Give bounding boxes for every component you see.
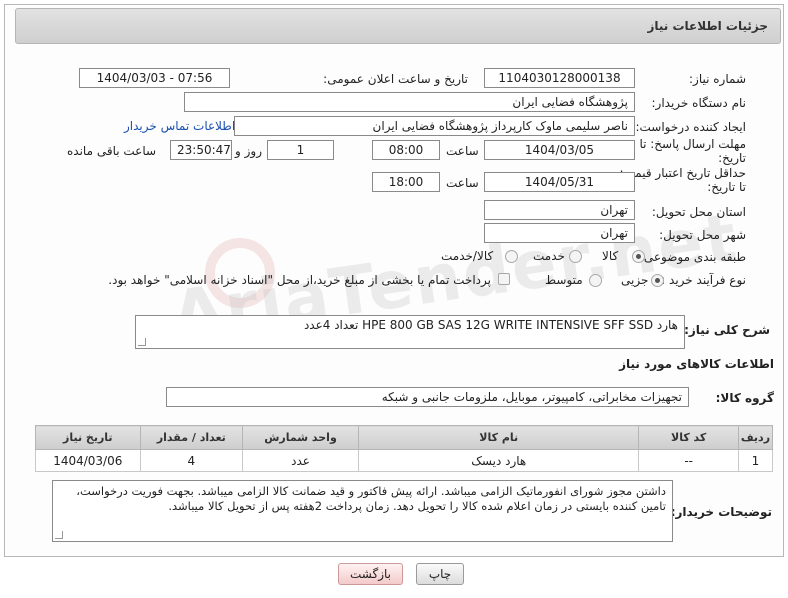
buyer-contact-link[interactable]: اطلاعات تماس خریدار bbox=[124, 119, 235, 133]
announce-field[interactable]: 1404/03/03 - 07:56 bbox=[79, 68, 230, 88]
goods-group-label: گروه کالا: bbox=[715, 391, 774, 405]
page-header: جزئیات اطلاعات نیاز bbox=[15, 8, 781, 44]
goods-table-header: ردیف کد کالا نام کالا واحد شمارش تعداد /… bbox=[35, 425, 774, 450]
category-option-service: خدمت bbox=[533, 249, 565, 263]
province-label: استان محل تحویل: bbox=[651, 205, 746, 219]
page-title: جزئیات اطلاعات نیاز bbox=[647, 19, 768, 33]
buyer-notes-textarea[interactable]: داشتن مجوز شورای انفورماتیک الزامی میباش… bbox=[52, 480, 673, 542]
deadline-time-label: ساعت bbox=[446, 144, 479, 158]
deadline-time-field[interactable]: 08:00 bbox=[372, 140, 440, 160]
category-label: طبقه بندی موضوعی: bbox=[639, 250, 746, 264]
purchase-radio-minor[interactable] bbox=[651, 274, 664, 287]
purchase-radio-medium[interactable] bbox=[589, 274, 602, 287]
deadline-days-field[interactable]: 1 bbox=[267, 140, 334, 160]
cell-row: 1 bbox=[737, 449, 774, 472]
col-code: کد کالا bbox=[638, 425, 739, 450]
col-row: ردیف bbox=[737, 425, 774, 450]
validity-label-line2: تا تاریخ: bbox=[707, 180, 746, 194]
treasury-note: پرداخت تمام یا بخشی از مبلغ خرید،از محل … bbox=[108, 273, 491, 287]
creator-field[interactable]: ناصر سلیمی ماوک کارپرداز پژوهشگاه فضایی … bbox=[234, 116, 635, 136]
category-radio-goods[interactable] bbox=[632, 250, 645, 263]
cell-code: -- bbox=[638, 449, 739, 472]
announce-label: تاریخ و ساعت اعلان عمومی: bbox=[323, 72, 468, 86]
validity-time-field[interactable]: 18:00 bbox=[372, 172, 440, 192]
need-number-label: شماره نیاز: bbox=[689, 72, 746, 86]
resize-handle-icon[interactable] bbox=[138, 338, 146, 346]
buyer-notes-label: توضیحات خریدار: bbox=[670, 505, 772, 519]
buyer-org-label: نام دستگاه خریدار: bbox=[651, 96, 747, 110]
province-field[interactable]: تهران bbox=[484, 200, 635, 220]
cell-date: 1404/03/06 bbox=[35, 449, 141, 472]
goods-group-field[interactable]: تجهیزات مخابراتی، کامپیوتر، موبایل، ملزو… bbox=[166, 387, 689, 407]
goods-table: ردیف کد کالا نام کالا واحد شمارش تعداد /… bbox=[35, 425, 774, 472]
deadline-label-line1: مهلت ارسال پاسخ: تا bbox=[639, 137, 746, 151]
need-number-field[interactable]: 1104030128000138 bbox=[484, 68, 635, 88]
table-row[interactable]: 1 -- هارد دیسک عدد 4 1404/03/06 bbox=[35, 449, 774, 472]
category-radio-service[interactable] bbox=[569, 250, 582, 263]
category-radio-goods-service[interactable] bbox=[505, 250, 518, 263]
deadline-label-line2: تاریخ: bbox=[718, 151, 746, 165]
back-button[interactable]: بازگشت bbox=[338, 563, 403, 585]
print-button[interactable]: چاپ bbox=[416, 563, 464, 585]
category-option-goods-service: کالا/خدمت bbox=[441, 249, 494, 263]
cell-name: هارد دیسک bbox=[357, 449, 640, 472]
deadline-date-field[interactable]: 1404/03/05 bbox=[484, 140, 635, 160]
col-date: تاریخ نیاز bbox=[35, 425, 141, 450]
buyer-org-field[interactable]: پژوهشگاه فضایی ایران bbox=[184, 92, 635, 112]
deadline-days-label: روز و bbox=[235, 144, 262, 158]
description-label: شرح کلی نیاز: bbox=[684, 323, 770, 337]
city-field[interactable]: تهران bbox=[484, 223, 635, 243]
validity-label-line1: حداقل تاریخ اعتبار قیمت: bbox=[619, 166, 746, 180]
city-label: شهر محل تحویل: bbox=[659, 228, 746, 242]
remaining-time-field[interactable]: 23:50:47 bbox=[170, 140, 232, 160]
validity-time-label: ساعت bbox=[446, 176, 479, 190]
buyer-notes-text: داشتن مجوز شورای انفورماتیک الزامی میباش… bbox=[76, 484, 666, 513]
col-unit: واحد شمارش bbox=[242, 425, 359, 450]
category-option-goods: کالا bbox=[602, 249, 619, 263]
purchase-type-label: نوع فرآیند خرید : bbox=[661, 273, 746, 287]
col-name: نام کالا bbox=[357, 425, 640, 450]
resize-handle-icon[interactable] bbox=[55, 531, 63, 539]
description-textarea[interactable]: هارد HPE 800 GB SAS 12G WRITE INTENSIVE … bbox=[135, 315, 685, 349]
description-text: هارد HPE 800 GB SAS 12G WRITE INTENSIVE … bbox=[303, 318, 678, 332]
remaining-time-label: ساعت باقی مانده bbox=[67, 144, 157, 158]
cell-unit: عدد bbox=[242, 449, 359, 472]
purchase-option-minor: جزیی bbox=[621, 273, 649, 287]
cell-qty: 4 bbox=[139, 449, 244, 472]
validity-date-field[interactable]: 1404/05/31 bbox=[484, 172, 635, 192]
purchase-option-medium: متوسط bbox=[545, 273, 583, 287]
goods-section-title: اطلاعات کالاهای مورد نیاز bbox=[619, 357, 774, 371]
treasury-checkbox[interactable] bbox=[498, 273, 510, 285]
col-qty: تعداد / مقدار bbox=[139, 425, 244, 450]
creator-label: ایجاد کننده درخواست: bbox=[635, 120, 746, 134]
